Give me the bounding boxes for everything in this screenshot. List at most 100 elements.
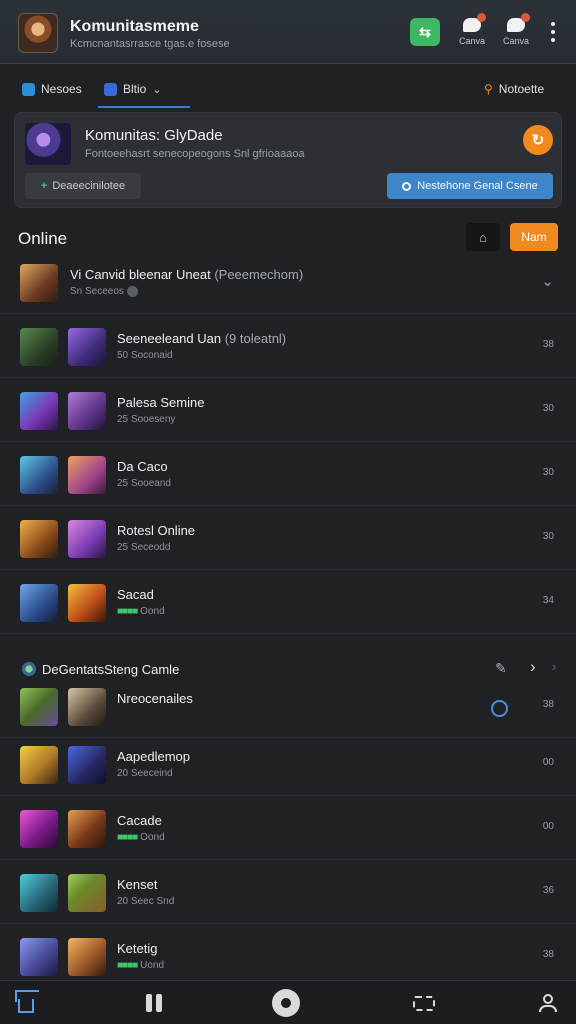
record-icon[interactable] (272, 989, 300, 1017)
secondary-action-button[interactable]: + Deaeecinilotee (25, 173, 141, 199)
row-status: 25 Sooeseny (117, 414, 176, 425)
list-item[interactable]: Sacad ■■■■ Oond 34 (0, 578, 576, 634)
filter-chip-bltio[interactable]: Bltio ⌄ (104, 82, 162, 96)
avatar (68, 746, 106, 784)
row-name: Cacade (117, 813, 162, 828)
list-item[interactable]: Da Caco 25 Sooeand 30 (0, 450, 576, 506)
bottom-nav (0, 980, 576, 1024)
canva-action-2[interactable]: Canva (496, 13, 536, 54)
row-name: Rotesl Online (117, 523, 196, 538)
row-status: 20 Seec Snd (117, 896, 175, 907)
app-logo[interactable] (18, 13, 58, 53)
notification-dot (521, 13, 530, 22)
notification-dot (477, 13, 486, 22)
chevron-right-icon[interactable]: › (530, 657, 536, 677)
list-item[interactable]: Cacade ■■■■ Oond 00 (0, 804, 576, 860)
community-title: Komunitas: GlyDade (85, 127, 223, 144)
row-count: 00 (542, 757, 554, 768)
row-count: 30 (542, 403, 554, 414)
profile-icon[interactable] (534, 989, 562, 1017)
app-title: Komunitasmeme (70, 18, 199, 35)
refresh-button[interactable]: ↻ (523, 125, 553, 155)
avatar (20, 688, 58, 726)
avatar (68, 328, 106, 366)
group-section-header: DeGentatsSteng Camle ✎ › › (0, 656, 576, 682)
twitter-icon (22, 82, 35, 96)
list-item[interactable]: Aapedlemop 20 Seeceind 00 (0, 740, 576, 796)
refresh-icon: ↻ (531, 132, 545, 149)
signal-icon: ■■■■ (117, 960, 138, 971)
avatar (20, 746, 58, 784)
list-item[interactable]: Palesa Semine 25 Sooeseny 30 (0, 386, 576, 442)
chevron-right-icon[interactable]: › (552, 659, 556, 674)
avatar (20, 456, 58, 494)
share-icon: ⇆ (419, 23, 431, 40)
canva-action-1[interactable]: Canva (452, 13, 492, 54)
filter-bar: Nesoes Bltio ⌄ ⚲ Notoette (14, 78, 562, 108)
primary-action-button[interactable]: Nestehone Genal Csene (387, 173, 553, 199)
row-count: 30 (542, 467, 554, 478)
globe-icon (22, 662, 36, 676)
row-status: ■■■■ Oond (117, 606, 165, 617)
signal-icon: ■■■■ (117, 606, 138, 617)
row-count: 38 (542, 949, 554, 960)
chevron-down-icon[interactable]: ⌄ (541, 272, 554, 290)
row-status: ■■■■ Uond (117, 960, 165, 971)
secondary-action-label: Deaeecinilotee (52, 180, 126, 192)
row-name: Sacad (117, 587, 154, 602)
avatar (20, 584, 58, 622)
row-name: Ketetig (117, 941, 158, 956)
list-item[interactable]: Seeneeleand Uan (9 toleatnl) 50 Soconaid… (0, 322, 576, 378)
row-name: Kenset (117, 877, 158, 892)
canva-action-1-label: Canva (458, 36, 485, 46)
plus-icon: + (40, 180, 48, 192)
row-status: 20 Seeceind (117, 768, 173, 779)
list-item[interactable]: Rotesl Online 25 Seceodd 30 (0, 514, 576, 570)
status-icon (126, 286, 138, 297)
signal-icon: ■■■■ (117, 832, 138, 843)
row-name: Da Caco (117, 459, 168, 474)
avatar (68, 456, 106, 494)
row-count: 30 (542, 531, 554, 542)
microphone-icon[interactable]: ✎ (495, 660, 507, 677)
avatar (20, 874, 58, 912)
filter-chip-label: Bltio (123, 82, 147, 96)
filter-chip-notoette[interactable]: ⚲ Notoette (484, 82, 544, 96)
screen-share-icon[interactable] (410, 989, 438, 1017)
row-count: 00 (542, 821, 554, 832)
row-status: 50 Soconaid (117, 350, 173, 361)
filter-chip-label: Nesoes (41, 82, 82, 96)
row-name: Vi Canvid bleenar Uneat (Peeemechom) (70, 267, 304, 282)
row-count: 34 (542, 595, 554, 606)
more-options-icon[interactable] (546, 22, 560, 42)
row-count: 38 (542, 339, 554, 350)
online-section-title: Online (18, 229, 68, 248)
home-icon[interactable] (12, 989, 40, 1017)
app-header: Komunitasmeme Kcmcnantasrrasce tgas.e fo… (0, 0, 576, 64)
filter-icon (104, 82, 117, 96)
active-tab-indicator (98, 106, 190, 108)
community-avatar (25, 123, 71, 165)
avatar (68, 688, 106, 726)
share-button[interactable]: ⇆ (410, 18, 440, 46)
avatar (68, 584, 106, 622)
list-item[interactable]: Kenset 20 Seec Snd 36 (0, 868, 576, 924)
row-count: 38 (542, 699, 554, 710)
filter-chip-label: Notoette (498, 82, 545, 96)
list-item[interactable]: Nreocenailes 38 (0, 682, 576, 738)
row-count: 36 (542, 885, 554, 896)
avatar (20, 810, 58, 848)
app-subtitle: Kcmcnantasrrasce tgas.e fosese (70, 38, 230, 50)
new-button[interactable]: Nam (510, 223, 558, 251)
row-status: 25 Seceodd (117, 542, 171, 553)
list-item[interactable]: Vi Canvid bleenar Uneat (Peeemechom) Sn … (0, 258, 576, 314)
avatar (20, 328, 58, 366)
filter-chip-nesoes[interactable]: Nesoes (22, 82, 82, 96)
avatar (68, 874, 106, 912)
avatar (20, 264, 58, 302)
avatar (20, 938, 58, 976)
settings-button[interactable]: ⌂ (466, 223, 500, 251)
avatar (68, 520, 106, 558)
pause-icon[interactable] (140, 989, 168, 1017)
community-card: Komunitas: GlyDade Fontoeehasrt senecope… (14, 112, 562, 208)
